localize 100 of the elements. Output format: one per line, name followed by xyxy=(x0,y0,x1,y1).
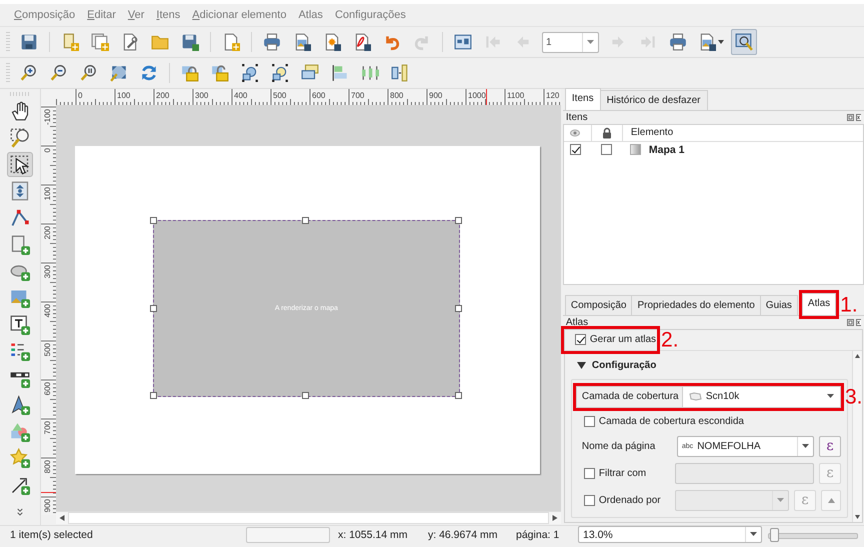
field-label: Camada de cobertura xyxy=(576,386,683,407)
zoom-icon xyxy=(10,128,30,148)
add-picture-icon xyxy=(10,288,30,308)
ruler-label: 500 xyxy=(272,91,286,100)
zoom-out-icon xyxy=(50,64,68,82)
dropdown-arrow-icon xyxy=(777,498,784,503)
menu-item[interactable]: Composição xyxy=(8,9,82,21)
checkbox[interactable] xyxy=(574,334,586,346)
dropdown-arrow-icon xyxy=(750,532,757,537)
map-magnifier-button[interactable] xyxy=(731,29,757,55)
scroll-down-icon[interactable] xyxy=(855,514,860,519)
align-icon xyxy=(331,64,349,82)
expression-button[interactable]: ε xyxy=(819,436,841,457)
ruler-label: 700 xyxy=(350,91,364,100)
pointer-icon xyxy=(10,154,30,175)
zoom-in-icon xyxy=(20,64,38,82)
ruler-label: 400 xyxy=(42,304,52,318)
panel-title: Itens xyxy=(566,112,589,123)
panel-tab[interactable]: Guias xyxy=(760,295,798,316)
hand-icon xyxy=(10,101,30,122)
distribute-icon xyxy=(361,64,379,82)
export-page-icon xyxy=(353,33,371,51)
annotation-number: 3. xyxy=(845,386,863,408)
annotation-number: 2. xyxy=(661,329,679,350)
menu-item[interactable]: Atlas xyxy=(292,9,329,21)
scroll-up-icon[interactable] xyxy=(855,354,860,358)
map-icon xyxy=(454,33,472,51)
panel-tab[interactable]: Itens xyxy=(564,88,601,110)
cursor-marker xyxy=(40,492,56,493)
caret-icon xyxy=(718,40,724,44)
horizontal-scrollbar[interactable] xyxy=(56,511,561,524)
image-page-icon xyxy=(293,33,311,51)
column-header[interactable]: Elemento xyxy=(622,124,674,141)
checkbox-label[interactable]: Filtrar com xyxy=(598,468,646,479)
printer-icon xyxy=(263,33,281,51)
resize-handle[interactable] xyxy=(454,304,462,312)
lock-checkbox[interactable] xyxy=(601,144,612,156)
page-field[interactable]: 1 xyxy=(542,32,599,52)
map-magnifier-icon xyxy=(735,33,753,51)
checkbox-label[interactable]: Camada de cobertura escondida xyxy=(598,416,744,428)
menu-item[interactable]: Configurações xyxy=(328,9,412,21)
add-map-icon xyxy=(10,234,30,255)
lock-icon xyxy=(181,64,199,82)
panel-title: Atlas xyxy=(566,317,590,328)
resize-handle[interactable] xyxy=(302,392,310,399)
menu-item[interactable]: Adicionar elemento xyxy=(186,9,292,21)
field-dropdown[interactable]: $^{abc}$ NOMEFOLHA xyxy=(676,436,814,457)
ruler-label: 800 xyxy=(390,91,404,100)
expand-triangle-icon[interactable] xyxy=(576,362,586,370)
ruler-label: 900 xyxy=(428,91,442,100)
ruler-label: 300 xyxy=(42,265,52,278)
add-label-icon xyxy=(10,314,30,335)
asterisk-page-icon xyxy=(323,33,341,51)
ruler-label: 300 xyxy=(194,91,208,100)
page-badge-icon xyxy=(222,33,240,51)
ruler-label: 100 xyxy=(116,91,130,100)
ruler-label: 500 xyxy=(42,343,52,356)
resize-icon xyxy=(391,64,409,82)
add-north-arrow-icon xyxy=(10,394,30,415)
stacked-pages-icon xyxy=(91,33,109,51)
menu-item[interactable]: Ver xyxy=(122,9,150,21)
float-icon[interactable] xyxy=(847,319,854,326)
y-coordinate: y: 46.9674 mm xyxy=(428,528,498,540)
float-icon[interactable] xyxy=(847,114,854,121)
resize-handle[interactable] xyxy=(454,217,462,224)
item-name[interactable]: Mapa 1 xyxy=(648,144,684,156)
layers-icon xyxy=(301,64,319,82)
checkbox-label[interactable]: Gerar um atlas xyxy=(590,334,656,346)
zoom-actual-icon xyxy=(80,64,98,82)
ruler-label: 1100 xyxy=(506,91,524,100)
eye-icon xyxy=(570,128,580,137)
resize-handle[interactable] xyxy=(302,217,310,224)
checkbox[interactable] xyxy=(584,468,595,479)
zoom-slider[interactable] xyxy=(768,528,858,542)
annotation-number: 1. xyxy=(840,294,858,316)
checkbox-label[interactable]: Ordenado por xyxy=(598,494,661,506)
menu-item[interactable]: Editar xyxy=(81,9,122,21)
ruler-label: 600 xyxy=(42,382,52,396)
ruler-label: 1000 xyxy=(468,91,486,100)
menu-item[interactable]: Itens xyxy=(150,9,186,21)
add-shapes-icon xyxy=(10,422,30,442)
visibility-checkbox[interactable] xyxy=(570,144,581,156)
zoom-field[interactable]: 13.0% xyxy=(578,526,762,543)
dropdown-arrow-icon xyxy=(802,444,809,449)
slider-thumb[interactable] xyxy=(770,528,779,542)
image-page-icon xyxy=(698,33,716,51)
resize-handle[interactable] xyxy=(454,392,462,399)
field-label: Nome da página xyxy=(580,440,656,452)
close-icon[interactable] xyxy=(856,114,861,121)
ruler-label: 0 xyxy=(42,148,52,152)
ungroup-icon xyxy=(271,64,289,82)
panel-tab[interactable]: Propriedades do elemento xyxy=(631,295,761,316)
panel-tab[interactable]: Histórico de desfazer xyxy=(600,90,708,110)
ruler-label: 700 xyxy=(42,421,52,434)
panel-tab[interactable]: Composição xyxy=(564,295,632,316)
checkbox[interactable] xyxy=(584,494,595,506)
checkbox[interactable] xyxy=(584,416,595,428)
lock-icon xyxy=(602,126,612,139)
close-icon[interactable] xyxy=(856,319,861,326)
pointer-button[interactable] xyxy=(6,152,33,178)
